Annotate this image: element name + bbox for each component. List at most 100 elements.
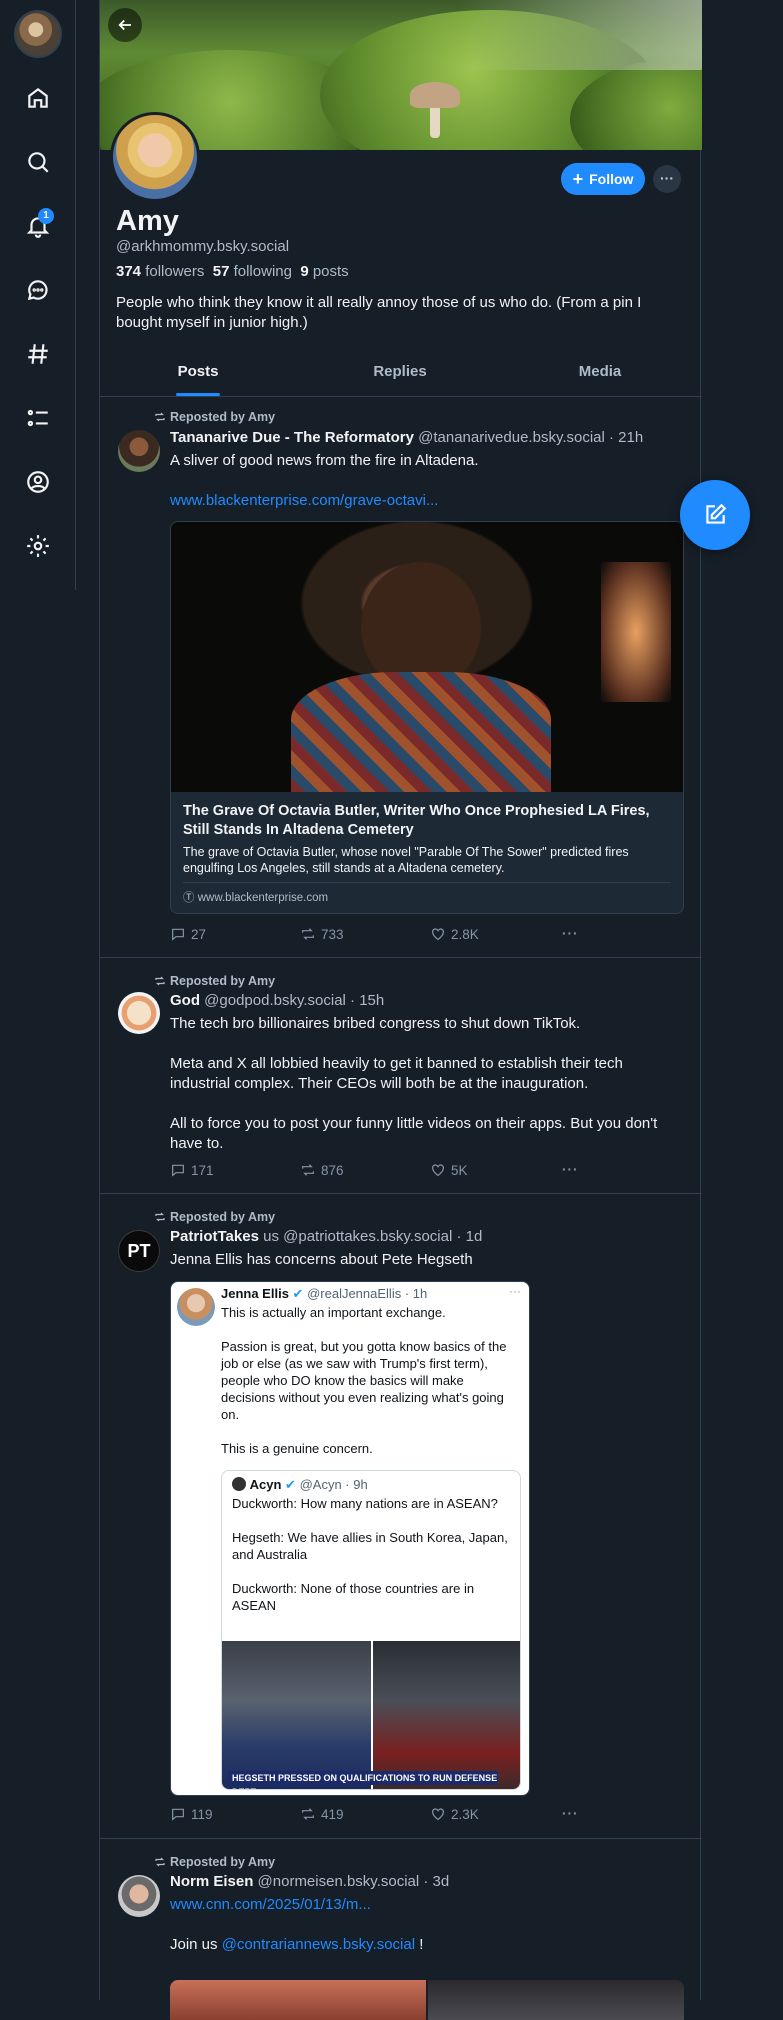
author-name[interactable]: God: [170, 992, 200, 1009]
author-handle[interactable]: @normeisen.bsky.social: [258, 1873, 420, 1890]
heart-icon: [432, 1808, 444, 1821]
like-button[interactable]: 5K: [430, 1162, 468, 1178]
reply-button[interactable]: 119: [170, 1806, 213, 1822]
tab-replies[interactable]: Replies: [360, 363, 440, 380]
plus-icon: +: [572, 169, 584, 189]
back-button[interactable]: [108, 8, 142, 42]
followers-stat[interactable]: 374 followers: [116, 263, 204, 280]
active-tab-indicator: [176, 393, 220, 396]
compose-button[interactable]: [680, 480, 750, 550]
quote-text: Duckworth: How many nations are in ASEAN…: [232, 1496, 508, 1613]
feed-post[interactable]: Reposted by Amy Norm Eisen @normeisen.bs…: [100, 1839, 702, 2020]
repost-label: Reposted by Amy: [154, 1855, 275, 1869]
author-avatar[interactable]: PT: [118, 1230, 160, 1272]
feed-post[interactable]: Reposted by Amy God @godpod.bsky.social …: [100, 958, 702, 1194]
chat-icon[interactable]: [22, 274, 54, 306]
tab-posts[interactable]: Posts: [176, 363, 220, 380]
post-text: Jenna Ellis has concerns about Pete Hegs…: [170, 1251, 473, 1268]
repost-button[interactable]: 876: [300, 1162, 344, 1178]
repost-icon: [155, 976, 165, 986]
post-more-button[interactable]: ···: [562, 1806, 579, 1821]
compose-icon: [706, 503, 727, 524]
repost-icon: [302, 1164, 314, 1176]
post-link[interactable]: www.cnn.com/2025/01/13/m...: [170, 1895, 680, 1915]
quote-header: Acyn ✔ @Acyn · 9h: [232, 1477, 368, 1493]
nav-rail: 1: [0, 0, 76, 590]
repost-label: Reposted by Amy: [154, 974, 275, 988]
post-text: Join us @contrariannews.bsky.social !: [170, 1936, 424, 1953]
author-handle[interactable]: @patriottakes.bsky.social: [283, 1228, 452, 1245]
profile-name: Amy: [116, 205, 179, 237]
repost-button[interactable]: 733: [300, 926, 344, 942]
following-stat[interactable]: 57 following: [213, 263, 292, 280]
profile-icon[interactable]: [22, 466, 54, 498]
flag-label: us: [263, 1228, 279, 1245]
gear-icon[interactable]: [22, 530, 54, 562]
link-card-title: The Grave Of Octavia Butler, Writer Who …: [183, 803, 650, 838]
tab-media[interactable]: Media: [560, 363, 640, 380]
home-icon[interactable]: [22, 82, 54, 114]
list-icon[interactable]: [22, 402, 54, 434]
author-handle[interactable]: @godpod.bsky.social: [204, 992, 346, 1009]
author-avatar[interactable]: [118, 992, 160, 1034]
author-avatar[interactable]: [118, 1875, 160, 1917]
embed-more-icon: ···: [509, 1284, 521, 1298]
repost-label: Reposted by Amy: [154, 1210, 275, 1224]
post-link[interactable]: www.blackenterprise.com/grave-octavi...: [170, 491, 680, 511]
reply-button[interactable]: 171: [170, 1162, 214, 1178]
author-avatar[interactable]: [118, 430, 160, 472]
link-card-image[interactable]: [170, 1980, 684, 2020]
heart-icon: [432, 928, 444, 941]
search-icon[interactable]: [22, 146, 54, 178]
post-more-button[interactable]: ···: [562, 1162, 579, 1177]
link-card-image: [171, 522, 683, 792]
post-time[interactable]: · 21h: [609, 429, 643, 446]
follow-button[interactable]: + Follow: [561, 163, 645, 195]
profile-column: + Follow ··· Amy @arkhmommy.bsky.social …: [99, 0, 702, 2020]
profile-handle: @arkhmommy.bsky.social: [116, 238, 290, 255]
verified-icon: ✔: [292, 1286, 304, 1301]
author-handle[interactable]: @tananarivedue.bsky.social: [418, 429, 605, 446]
link-card-description: The grave of Octavia Butler, whose novel…: [183, 845, 629, 875]
post-time[interactable]: · 3d: [423, 1873, 449, 1890]
author-name[interactable]: Norm Eisen: [170, 1873, 253, 1890]
news-chyron: HEGSETH PRESSED ON QUALIFICATIONS TO RUN…: [228, 1771, 498, 1789]
my-avatar[interactable]: [14, 10, 62, 58]
repost-icon: [155, 412, 165, 422]
repost-icon: [155, 1212, 165, 1222]
post-time[interactable]: · 1d: [456, 1228, 482, 1245]
mention-link[interactable]: @contrariannews.bsky.social: [222, 1936, 415, 1953]
feed-post[interactable]: Reposted by Amy Tananarive Due - The Ref…: [100, 397, 702, 958]
feed-post[interactable]: Reposted by Amy PT PatriotTakes us @patr…: [100, 1194, 702, 1839]
like-button[interactable]: 2.3K: [430, 1806, 479, 1822]
reply-icon: [172, 928, 184, 941]
embedded-image[interactable]: Jenna Ellis ✔ @realJennaEllis · 1h ··· T…: [170, 1281, 530, 1796]
author-name[interactable]: PatriotTakes: [170, 1228, 259, 1245]
post-header: God @godpod.bsky.social · 15h: [170, 992, 384, 1009]
reply-button[interactable]: 27: [170, 926, 206, 942]
repost-icon: [302, 1808, 314, 1820]
post-more-button[interactable]: ···: [562, 926, 579, 941]
globe-icon: Ⓣ: [183, 892, 195, 904]
quote-images: [222, 1641, 520, 1789]
link-card[interactable]: The Grave Of Octavia Butler, Writer Who …: [170, 521, 684, 914]
post-time[interactable]: · 15h: [350, 992, 384, 1009]
arrow-left-icon: [118, 19, 131, 31]
author-name[interactable]: Tananarive Due - The Reformatory: [170, 429, 414, 446]
notification-badge: 1: [38, 208, 54, 224]
embed-text: This is actually an important exchange. …: [221, 1305, 507, 1456]
post-text: The tech bro billionaires bribed congres…: [170, 1015, 658, 1152]
hashtag-icon[interactable]: [22, 338, 54, 370]
bell-icon[interactable]: 1: [22, 208, 54, 242]
post-header: Norm Eisen @normeisen.bsky.social · 3d: [170, 1873, 449, 1890]
like-button[interactable]: 2.8K: [430, 926, 479, 942]
reply-icon: [172, 1808, 184, 1821]
post-header: PatriotTakes us @patriottakes.bsky.socia…: [170, 1228, 482, 1245]
post-actions: 119 419 2.3K ···: [170, 1806, 590, 1826]
repost-button[interactable]: 419: [300, 1806, 344, 1822]
profile-more-button[interactable]: ···: [653, 165, 681, 193]
quote-avatar: [232, 1477, 246, 1491]
profile-banner: [100, 0, 702, 150]
reply-icon: [172, 1164, 184, 1177]
profile-avatar[interactable]: [110, 112, 200, 202]
